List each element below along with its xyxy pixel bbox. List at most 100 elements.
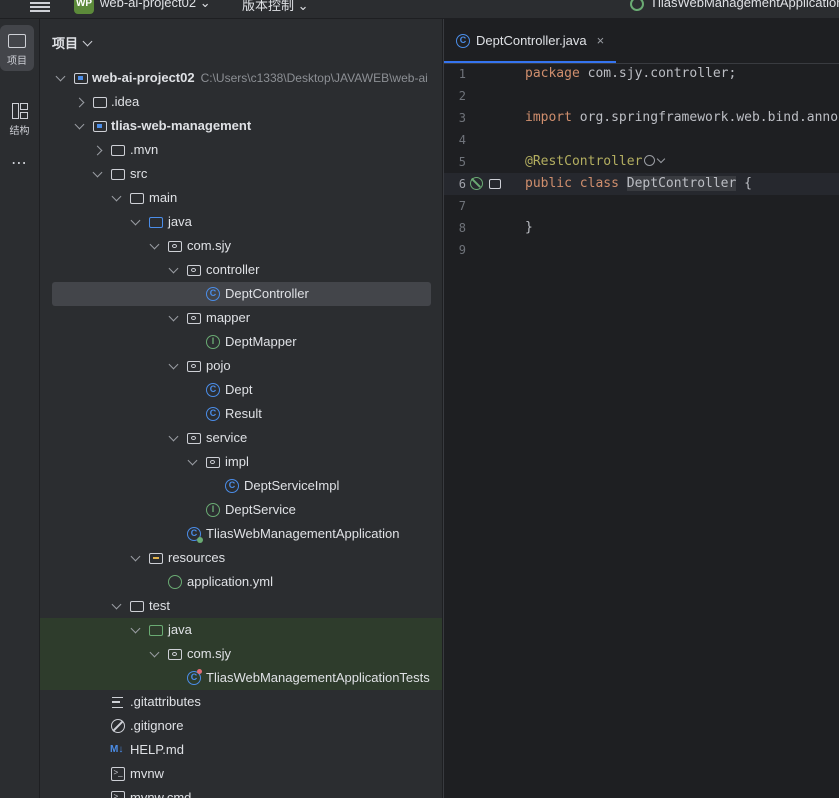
tree-item-label: main [149, 190, 178, 205]
tree-item-label: DeptController [225, 286, 309, 301]
class-icon: C [456, 33, 470, 48]
tree-row[interactable]: .idea [40, 90, 442, 114]
chevron-down-icon[interactable] [130, 623, 141, 634]
chevron-down-icon[interactable] [92, 167, 103, 178]
chevron-down-icon[interactable] [111, 599, 122, 610]
tree-row[interactable]: C Dept [40, 378, 442, 402]
chevron-down-icon[interactable] [168, 263, 179, 274]
chevron-down-icon[interactable] [130, 215, 141, 226]
tree-row[interactable]: com.sjy [40, 642, 442, 666]
project-panel-header[interactable]: 项目 [52, 33, 93, 52]
code-line[interactable]: 9 [444, 239, 839, 261]
tree-row[interactable]: C TliasWebManagementApplication [40, 522, 442, 546]
tree-row[interactable]: I DeptMapper [40, 330, 442, 354]
tree-row[interactable]: I DeptService [40, 498, 442, 522]
tree-row[interactable]: controller [40, 258, 442, 282]
keyword: import [525, 110, 572, 125]
chevron-down-icon[interactable] [168, 431, 179, 442]
tree-item-label: controller [206, 262, 260, 277]
package-icon [187, 361, 201, 372]
tree-item-label: java [168, 622, 192, 637]
project-switcher[interactable]: web-ai-project02 ⌄ [100, 0, 211, 11]
chevron-down-icon[interactable] [187, 455, 198, 466]
tree-row[interactable]: pojo [40, 354, 442, 378]
chevron-down-icon[interactable] [111, 191, 122, 202]
tree-row[interactable]: resources [40, 546, 442, 570]
chevron-down-icon[interactable] [74, 119, 85, 130]
interface-icon: I [206, 503, 220, 517]
tree-row[interactable]: main [40, 186, 442, 210]
globe-icon[interactable] [644, 155, 656, 166]
tree-row[interactable]: C DeptServiceImpl [40, 474, 442, 498]
spring-bean-gutter-icon[interactable] [470, 177, 483, 190]
tree-row[interactable]: impl [40, 450, 442, 474]
brace: } [525, 220, 533, 235]
tree-item-label: web-ai-project02 [92, 70, 195, 85]
chevron-right-icon[interactable] [74, 97, 85, 108]
tree-row[interactable]: .mvn [40, 138, 442, 162]
code-line[interactable]: 7 [444, 195, 839, 217]
code-line[interactable]: 2 [444, 85, 839, 107]
close-icon[interactable]: × [597, 33, 605, 48]
tree-row[interactable]: java [40, 210, 442, 234]
code-line[interactable]: 3 import org.springframework.web.bind.an… [444, 107, 839, 129]
tree-row[interactable]: tlias-web-management [40, 114, 442, 138]
tree-row-selected[interactable]: C DeptController [40, 282, 442, 306]
line-number: 1 [458, 67, 466, 81]
project-tool-button[interactable]: 项目 [0, 25, 39, 71]
tree-item-label: HELP.md [130, 742, 184, 757]
yaml-file-icon [168, 575, 182, 589]
tree-item-label: TliasWebManagementApplication [206, 526, 400, 541]
tab-deptcontroller[interactable]: C DeptController.java × [444, 19, 617, 63]
tree-row[interactable]: .gitattributes [40, 690, 442, 714]
chevron-down-icon[interactable] [130, 551, 141, 562]
tree-item-label: src [130, 166, 148, 181]
title-bar: WP web-ai-project02 ⌄ 版本控制 ⌄ TliasWebMan… [0, 0, 839, 19]
tree-row[interactable]: src [40, 162, 442, 186]
code-line[interactable]: 4 [444, 129, 839, 151]
annotation: @RestController [525, 154, 643, 169]
main-menu-icon[interactable] [30, 0, 50, 12]
keyword: package [525, 66, 580, 81]
tree-item-label: .gitattributes [130, 694, 201, 709]
tree-row[interactable]: test [40, 594, 442, 618]
chevron-down-icon[interactable] [55, 71, 66, 82]
line-number: 8 [458, 221, 466, 235]
tree-row[interactable]: com.sjy [40, 234, 442, 258]
tree-row[interactable]: application.yml [40, 570, 442, 594]
chevron-down-icon[interactable] [168, 359, 179, 370]
tree-row[interactable]: mapper [40, 306, 442, 330]
tree-row[interactable]: >_ mvnw.cmd [40, 786, 442, 798]
run-configuration[interactable]: TliasWebManagementApplication [630, 0, 839, 11]
project-tool-label: 项目 [7, 56, 27, 67]
tree-item-label: pojo [206, 358, 231, 373]
tree-row[interactable]: service [40, 426, 442, 450]
chevron-down-icon[interactable] [149, 647, 160, 658]
tree-row[interactable]: java [40, 618, 442, 642]
code-line[interactable]: 8 } [444, 217, 839, 239]
structure-tool-label: 结构 [9, 126, 30, 137]
code-line[interactable]: 1 package com.sjy.controller; [444, 63, 839, 85]
chevron-down-icon[interactable] [149, 239, 160, 250]
tree-item-label: impl [225, 454, 249, 469]
endpoints-gutter-icon[interactable] [489, 179, 501, 189]
tree-row[interactable]: .gitignore [40, 714, 442, 738]
chevron-down-icon[interactable] [657, 154, 666, 163]
folder-icon [130, 601, 144, 612]
package-icon [187, 433, 201, 444]
code-line-current[interactable]: 6 public class DeptController { [444, 173, 839, 195]
tree-row[interactable]: C Result [40, 402, 442, 426]
structure-tool-button[interactable]: 结构 [0, 97, 39, 137]
chevron-right-icon[interactable] [92, 145, 103, 156]
chevron-down-icon[interactable] [168, 311, 179, 322]
tree-row[interactable]: >_ mvnw [40, 762, 442, 786]
project-badge[interactable]: WP [74, 0, 94, 14]
tree-row[interactable]: C TliasWebManagementApplicationTests [40, 666, 442, 690]
line-number: 4 [458, 133, 466, 147]
vcs-menu[interactable]: 版本控制 ⌄ [242, 0, 309, 14]
more-tools-button[interactable]: ⋯ [0, 153, 39, 173]
code-line[interactable]: 5 @RestController [444, 151, 839, 173]
tree-item-label: java [168, 214, 192, 229]
tree-row[interactable]: M↓ HELP.md [40, 738, 442, 762]
tree-row[interactable]: web-ai-project02 C:\Users\c1338\Desktop\J… [40, 66, 442, 90]
